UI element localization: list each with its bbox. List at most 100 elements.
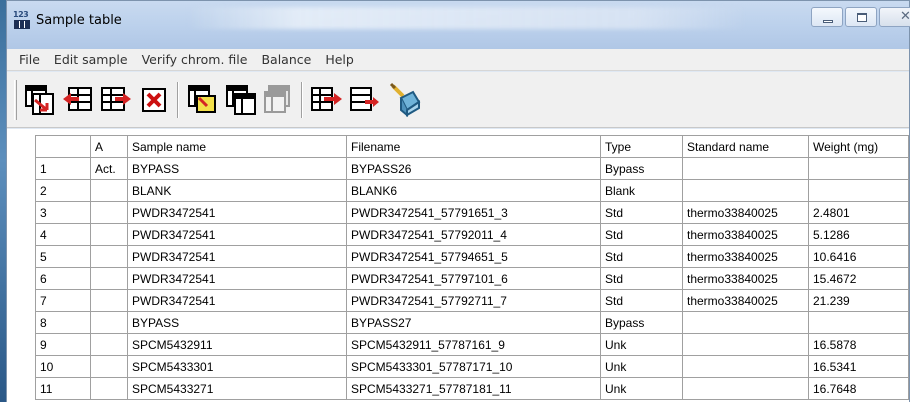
filename-cell[interactable]: SPCM5432911_57787161_9 [346,333,601,356]
weight-cell[interactable]: 2.4801 [808,201,909,224]
filename-cell[interactable]: SPCM5433271_57787181_11 [346,377,601,400]
table-highlight-button[interactable] [185,82,219,118]
sample-name-cell[interactable]: BYPASS [127,157,347,180]
standard-name-cell[interactable]: thermo33840025 [682,267,809,290]
active-cell[interactable] [90,201,128,224]
table-row[interactable]: 7 PWDR3472541 PWDR3472541_57792711_7 Std… [35,289,909,312]
filename-cell[interactable]: PWDR3472541_57797101_6 [346,267,601,290]
row-number-cell[interactable]: 4 [35,223,91,246]
row-number-cell[interactable]: 2 [35,179,91,202]
active-cell[interactable] [90,311,128,334]
filename-cell[interactable]: PWDR3472541_57794651_5 [346,245,601,268]
filename-cell[interactable]: BYPASS27 [346,311,601,334]
type-cell[interactable]: Unk [600,377,683,400]
column-header-filename[interactable]: Filename [346,135,601,158]
active-cell[interactable] [90,267,128,290]
type-cell[interactable]: Unk [600,355,683,378]
sample-name-cell[interactable]: PWDR3472541 [127,289,347,312]
table-row[interactable]: 5 PWDR3472541 PWDR3472541_57794651_5 Std… [35,245,909,268]
type-cell[interactable]: Std [600,289,683,312]
row-number-cell[interactable]: 6 [35,267,91,290]
table-arrow-button[interactable] [23,82,57,118]
standard-name-cell[interactable] [682,377,809,400]
sample-name-cell[interactable]: PWDR3472541 [127,267,347,290]
active-cell[interactable] [90,377,128,400]
weight-cell[interactable] [808,311,909,334]
sample-name-cell[interactable]: SPCM5433301 [127,355,347,378]
sample-name-cell[interactable]: SPCM5432911 [127,333,347,356]
table-row[interactable]: 11 SPCM5433271 SPCM5433271_57787181_11 U… [35,377,909,400]
sample-name-cell[interactable]: BLANK [127,179,347,202]
active-cell[interactable] [90,223,128,246]
column-header-weight[interactable]: Weight (mg) [808,135,909,158]
weight-cell[interactable] [808,179,909,202]
table-row[interactable]: 9 SPCM5432911 SPCM5432911_57787161_9 Unk… [35,333,909,356]
menu-verify-chrom-file[interactable]: Verify chrom. file [142,52,248,67]
column-header-type[interactable]: Type [600,135,683,158]
table-row[interactable]: 3 PWDR3472541 PWDR3472541_57791651_3 Std… [35,201,909,224]
filename-cell[interactable]: PWDR3472541_57792711_7 [346,289,601,312]
toolbar-grip[interactable] [14,80,17,120]
row-number-cell[interactable]: 10 [35,355,91,378]
insert-left-button[interactable] [61,82,95,118]
weight-cell[interactable] [808,157,909,180]
filename-cell[interactable]: BLANK6 [346,179,601,202]
row-number-cell[interactable]: 1 [35,157,91,180]
sample-name-cell[interactable]: BYPASS [127,311,347,334]
active-cell[interactable] [90,245,128,268]
weight-cell[interactable]: 15.4672 [808,267,909,290]
type-cell[interactable]: Blank [600,179,683,202]
filename-cell[interactable]: PWDR3472541_57791651_3 [346,201,601,224]
table-row[interactable]: 8 BYPASS BYPASS27 Bypass [35,311,909,334]
filename-cell[interactable]: SPCM5433301_57787171_10 [346,355,601,378]
table-stack-button[interactable] [261,82,295,118]
row-number-cell[interactable]: 3 [35,201,91,224]
move-out-button[interactable] [347,82,381,118]
standard-name-cell[interactable]: thermo33840025 [682,245,809,268]
close-button[interactable]: ✕ [879,7,910,27]
type-cell[interactable]: Std [600,223,683,246]
sample-name-cell[interactable]: PWDR3472541 [127,223,347,246]
weight-cell[interactable]: 16.5341 [808,355,909,378]
menu-file[interactable]: File [19,52,40,67]
maximize-button[interactable] [845,7,877,27]
type-cell[interactable]: Std [600,201,683,224]
row-number-cell[interactable]: 7 [35,289,91,312]
standard-name-cell[interactable] [682,157,809,180]
table-row[interactable]: 4 PWDR3472541 PWDR3472541_57792011_4 Std… [35,223,909,246]
standard-name-cell[interactable] [682,179,809,202]
sample-name-cell[interactable]: PWDR3472541 [127,245,347,268]
minimize-button[interactable] [811,7,843,27]
title-bar[interactable]: 123 Sample table ✕ [7,1,910,49]
table-row[interactable]: 6 PWDR3472541 PWDR3472541_57797101_6 Std… [35,267,909,290]
menu-balance[interactable]: Balance [261,52,311,67]
weight-cell[interactable]: 16.5878 [808,333,909,356]
row-number-cell[interactable]: 9 [35,333,91,356]
standard-name-cell[interactable] [682,355,809,378]
weight-cell[interactable]: 21.239 [808,289,909,312]
move-right-button[interactable] [309,82,343,118]
table-row[interactable]: 2 BLANK BLANK6 Blank [35,179,909,202]
type-cell[interactable]: Std [600,267,683,290]
column-header-active[interactable]: A [90,135,128,158]
weight-cell[interactable]: 5.1286 [808,223,909,246]
standard-name-cell[interactable] [682,311,809,334]
type-cell[interactable]: Bypass [600,311,683,334]
standard-name-cell[interactable] [682,333,809,356]
filename-cell[interactable]: PWDR3472541_57792011_4 [346,223,601,246]
column-header-index[interactable] [35,135,91,158]
sample-name-cell[interactable]: SPCM5433271 [127,377,347,400]
standard-name-cell[interactable]: thermo33840025 [682,289,809,312]
column-header-sample-name[interactable]: Sample name [127,135,347,158]
filename-cell[interactable]: BYPASS26 [346,157,601,180]
row-number-cell[interactable]: 8 [35,311,91,334]
type-cell[interactable]: Std [600,245,683,268]
standard-name-cell[interactable]: thermo33840025 [682,223,809,246]
column-header-standard-name[interactable]: Standard name [682,135,809,158]
menu-edit-sample[interactable]: Edit sample [54,52,128,67]
verify-vial-button[interactable] [387,82,421,118]
table-row[interactable]: 1 Act. BYPASS BYPASS26 Bypass [35,157,909,180]
table-copy-button[interactable] [223,82,257,118]
delete-button[interactable] [137,82,171,118]
type-cell[interactable]: Unk [600,333,683,356]
